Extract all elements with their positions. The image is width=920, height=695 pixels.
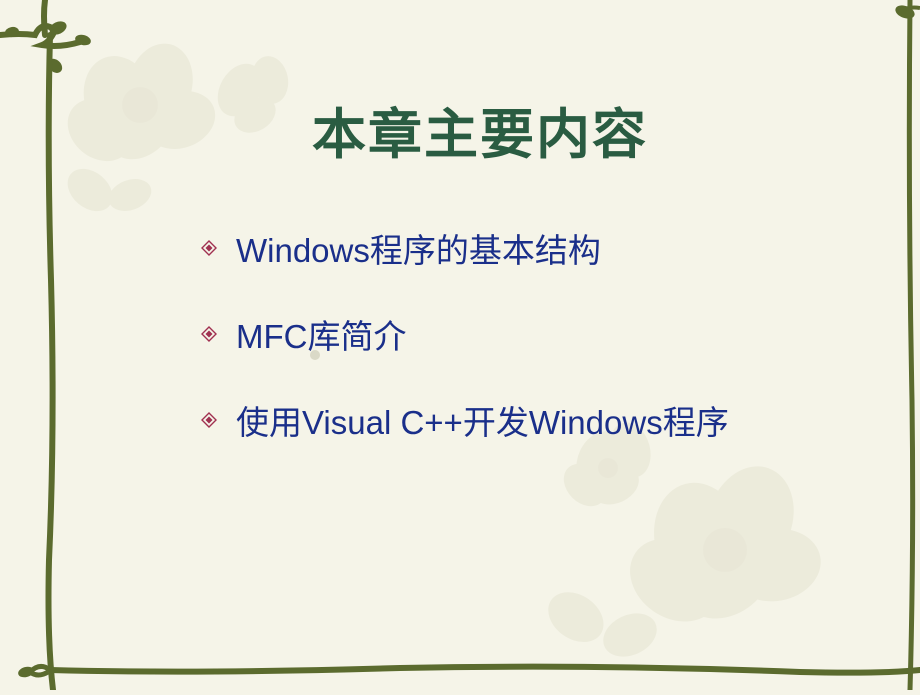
bullet-item: MFC库简介 (200, 310, 860, 358)
slide-title: 本章主要内容 (100, 90, 860, 169)
bullet-text: Windows程序的基本结构 (236, 224, 601, 272)
diamond-bullet-icon (200, 411, 218, 429)
bullet-list: Windows程序的基本结构 MFC库简介 使用Visual C++开发Wind… (200, 224, 860, 444)
diamond-bullet-icon (200, 239, 218, 257)
vine-bottom (0, 650, 920, 690)
bullet-item: 使用Visual C++开发Windows程序 (200, 396, 860, 444)
bullet-item: Windows程序的基本结构 (200, 224, 860, 272)
bullet-text: 使用Visual C++开发Windows程序 (236, 396, 729, 444)
diamond-bullet-icon (200, 325, 218, 343)
slide-content: 本章主要内容 Windows程序的基本结构 MFC库简介 (0, 0, 920, 542)
bullet-text: MFC库简介 (236, 310, 406, 358)
